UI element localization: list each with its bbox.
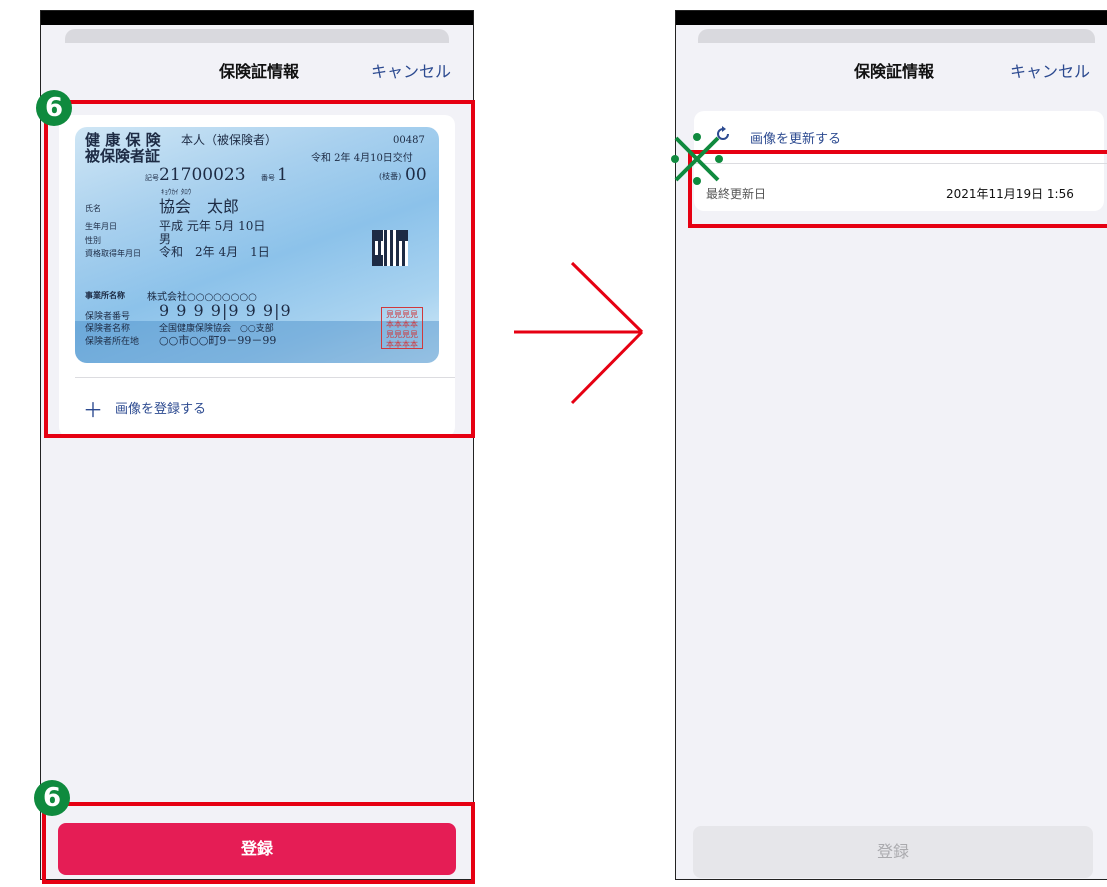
page-title: 保険証情報 <box>219 62 300 81</box>
step-badge-bottom: 6 <box>34 780 70 816</box>
right-phone-screen: 保険証情報 キャンセル 画像を更新する 最終更新日 2021年11月19日 1:… <box>675 10 1107 880</box>
highlight-card-area <box>44 100 475 438</box>
page-title: 保険証情報 <box>854 62 935 81</box>
update-image-button[interactable]: 画像を更新する <box>750 128 841 147</box>
step-badge-top: 6 <box>36 90 72 126</box>
cancel-button[interactable]: キャンセル <box>1010 58 1090 82</box>
register-button-disabled[interactable]: 登録 <box>693 826 1093 878</box>
sheet-handle <box>698 29 1095 43</box>
highlight-last-updated <box>688 150 1107 228</box>
cancel-button[interactable]: キャンセル <box>371 58 451 82</box>
highlight-register-button <box>42 802 475 884</box>
sheet-handle <box>65 29 449 43</box>
arrow-right-icon <box>514 261 644 405</box>
not-applicable-x-icon <box>671 133 723 185</box>
